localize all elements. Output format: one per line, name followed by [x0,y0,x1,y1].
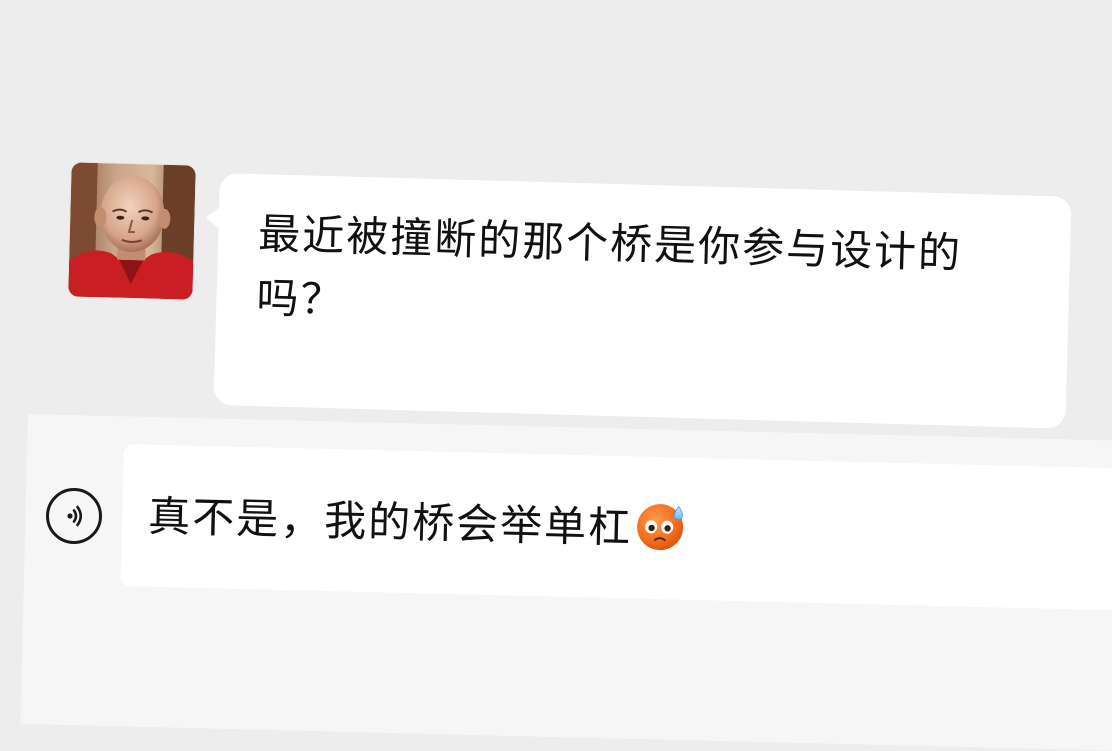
voice-toggle-button[interactable] [46,488,102,544]
voice-icon [67,505,83,527]
contact-avatar[interactable] [68,162,196,300]
incoming-message-text: 最近被撞断的那个桥是你参与设计的吗？ [255,209,963,325]
message-input-field[interactable]: 真不是，我的桥会举单杠 [120,444,1112,611]
cold-sweat-face-icon [637,504,684,551]
bald-man-avatar-icon [68,162,196,300]
message-input-text: 真不是，我的桥会举单杠 [147,491,633,553]
incoming-message-bubble[interactable]: 最近被撞断的那个桥是你参与设计的吗？ [213,173,1072,429]
chat-area: 最近被撞断的那个桥是你参与设计的吗？ 真不是，我的桥会举单杠 [0,0,1112,751]
